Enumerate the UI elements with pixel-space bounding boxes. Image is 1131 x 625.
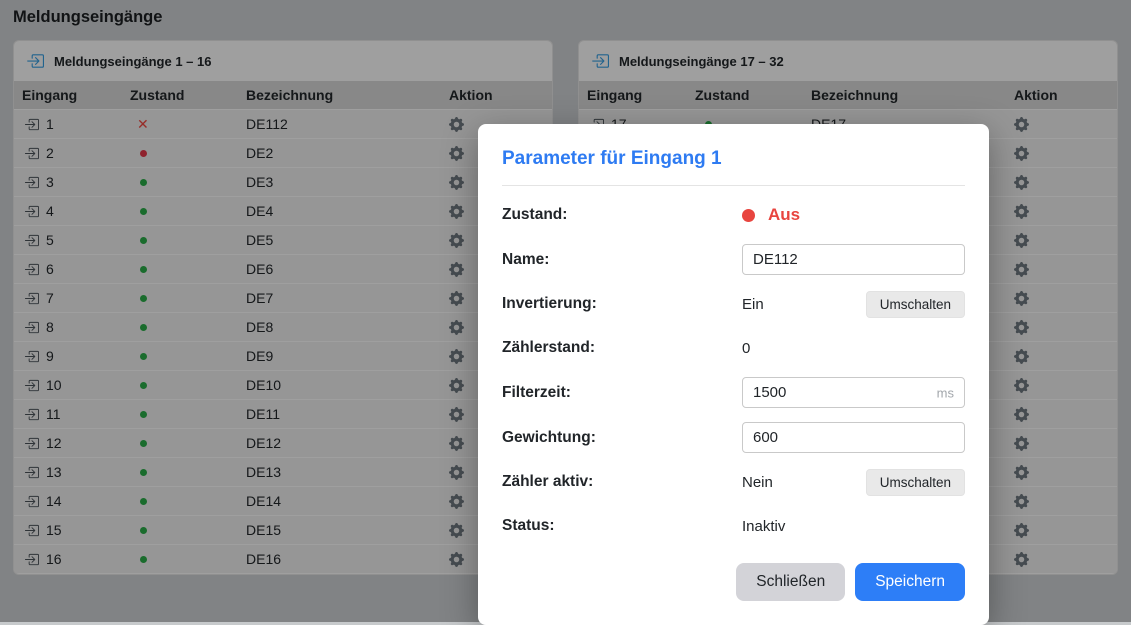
status-text-value: Inaktiv xyxy=(742,518,785,535)
invertierung-value: Ein xyxy=(742,296,764,313)
close-button[interactable]: Schließen xyxy=(736,563,845,601)
dialog-footer: Schließen Speichern xyxy=(502,563,965,601)
zaehler-aktiv-toggle-button[interactable]: Umschalten xyxy=(866,469,965,496)
field-row-status: Status: Inaktiv xyxy=(502,511,965,541)
gewichtung-input[interactable] xyxy=(742,422,965,453)
red-dot-icon xyxy=(742,209,755,222)
field-row-filterzeit: Filterzeit: ms xyxy=(502,377,965,408)
field-row-gewichtung: Gewichtung: xyxy=(502,422,965,453)
field-row-zustand: Zustand: Aus xyxy=(502,200,965,230)
field-label: Gewichtung: xyxy=(502,429,742,447)
divider xyxy=(502,185,965,186)
invertierung-toggle-button[interactable]: Umschalten xyxy=(866,291,965,318)
field-label: Name: xyxy=(502,251,742,269)
dialog-title: Parameter für Eingang 1 xyxy=(502,148,965,170)
field-label: Zählerstand: xyxy=(502,339,742,357)
field-row-name: Name: xyxy=(502,244,965,275)
field-label: Status: xyxy=(502,517,742,535)
field-row-zaehler-aktiv: Zähler aktiv: Nein Umschalten xyxy=(502,467,965,497)
zaehlerstand-value: 0 xyxy=(742,340,750,357)
parameter-dialog: Parameter für Eingang 1 Zustand: Aus Nam… xyxy=(478,124,989,625)
unit-label: ms xyxy=(937,385,954,400)
field-row-invertierung: Invertierung: Ein Umschalten xyxy=(502,289,965,319)
filterzeit-input[interactable] xyxy=(742,377,965,408)
field-label: Zustand: xyxy=(502,206,742,224)
zaehler-aktiv-value: Nein xyxy=(742,474,773,491)
status-value: Aus xyxy=(768,205,800,225)
save-button[interactable]: Speichern xyxy=(855,563,965,601)
field-label: Zähler aktiv: xyxy=(502,473,742,491)
name-input[interactable] xyxy=(742,244,965,275)
field-row-zaehlerstand: Zählerstand: 0 xyxy=(502,333,965,363)
field-label: Filterzeit: xyxy=(502,384,742,402)
field-label: Invertierung: xyxy=(502,295,742,313)
